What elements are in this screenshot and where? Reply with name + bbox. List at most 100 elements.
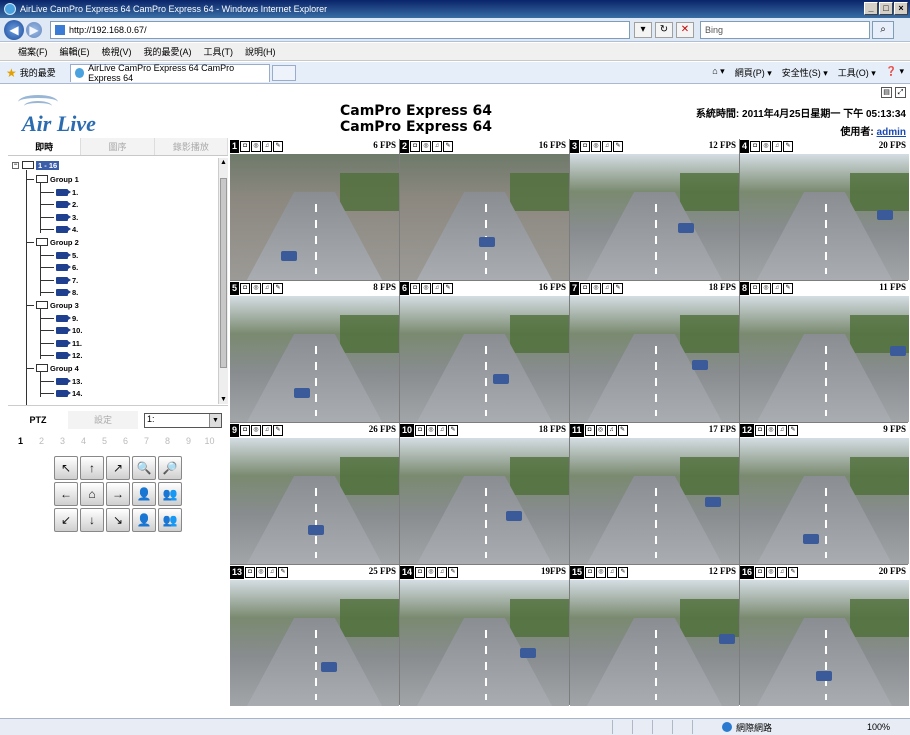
search-icon[interactable]: ⌕ (872, 20, 894, 39)
tree-camera[interactable]: 7. (40, 274, 78, 286)
user-link[interactable]: admin (877, 127, 906, 138)
menu-item-0[interactable]: 檔案(F) (18, 45, 48, 58)
camera-view[interactable]: 4 ◘ ◎ ♫ ✎ 20 FPS (740, 139, 909, 280)
ptz-icon[interactable]: ✎ (273, 283, 284, 294)
audio-icon[interactable]: ♫ (772, 141, 783, 152)
audio-icon[interactable]: ♫ (777, 567, 788, 578)
tree-group[interactable]: Group 4 (26, 362, 79, 374)
camera-view[interactable]: 5 ◘ ◎ ♫ ✎ 8 FPS (230, 281, 399, 422)
camera-view[interactable]: 15 ◘ ◎ ♫ ✎ 12 FPS (570, 565, 739, 706)
audio-icon[interactable]: ♫ (602, 283, 613, 294)
snapshot-icon[interactable]: ◘ (410, 283, 421, 294)
cmd-tools[interactable]: 工具(O) ▾ (838, 66, 876, 79)
snapshot-icon[interactable]: ◘ (415, 425, 426, 436)
snapshot-icon[interactable]: ◘ (755, 567, 766, 578)
preset-8[interactable]: 8 (157, 436, 178, 446)
tree-camera[interactable]: 14. (40, 388, 82, 400)
tree-camera[interactable]: 2. (40, 199, 78, 211)
ptz-icon[interactable]: ✎ (617, 425, 628, 436)
record-icon[interactable]: ◎ (591, 283, 602, 294)
new-tab-button[interactable] (271, 64, 296, 81)
audio-icon[interactable]: ♫ (777, 425, 788, 436)
audio-icon[interactable]: ♫ (606, 425, 617, 436)
cmd-page[interactable]: 網頁(P) ▾ (735, 66, 772, 79)
tree-group[interactable]: Group 1 (26, 173, 79, 185)
preset-2[interactable]: 2 (31, 436, 52, 446)
favorites-label[interactable]: 我的最愛 (20, 66, 56, 79)
audio-icon[interactable]: ♫ (772, 283, 783, 294)
record-icon[interactable]: ◎ (251, 283, 262, 294)
camera-view[interactable]: 11 ◘ ◎ ♫ ✎ 17 FPS (570, 423, 739, 564)
tree-camera[interactable]: 6. (40, 262, 78, 274)
audio-icon[interactable]: ♫ (262, 283, 273, 294)
tree-camera[interactable]: 3. (40, 211, 78, 223)
preset-7[interactable]: 7 (136, 436, 157, 446)
ptz-icon[interactable]: ✎ (448, 425, 459, 436)
record-icon[interactable]: ◎ (591, 141, 602, 152)
close-button[interactable]: × (894, 2, 908, 15)
minimize-button[interactable]: _ (864, 2, 878, 15)
tree-group[interactable]: Group 3 (26, 299, 79, 311)
iris-open-icon[interactable]: 👤 (132, 508, 156, 532)
zoom-in-icon[interactable]: 🔍 (132, 456, 156, 480)
record-icon[interactable]: ◎ (596, 567, 607, 578)
preset-10[interactable]: 10 (199, 436, 220, 446)
tree-camera[interactable]: 12. (40, 350, 82, 362)
tree-camera[interactable]: 5. (40, 249, 78, 261)
scroll-thumb[interactable] (220, 178, 227, 368)
audio-icon[interactable]: ♫ (437, 425, 448, 436)
camera-view[interactable]: 14 ◘ ◎ ♫ ✎ 19FPS (400, 565, 569, 706)
camera-view[interactable]: 2 ◘ ◎ ♫ ✎ 16 FPS (400, 139, 569, 280)
audio-icon[interactable]: ♫ (602, 141, 613, 152)
camera-view[interactable]: 7 ◘ ◎ ♫ ✎ 18 FPS (570, 281, 739, 422)
tree-group[interactable]: Group 2 (26, 236, 79, 248)
tab-ptz[interactable]: PTZ (8, 415, 68, 425)
back-button[interactable]: ◀ (4, 19, 24, 40)
menu-item-2[interactable]: 檢視(V) (102, 45, 132, 58)
ptz-icon[interactable]: ✎ (273, 141, 284, 152)
menu-item-5[interactable]: 說明(H) (245, 45, 276, 58)
snapshot-icon[interactable]: ◘ (750, 141, 761, 152)
tree-scrollbar[interactable]: ▲ ▼ (218, 158, 228, 404)
ptz-icon[interactable]: ✎ (613, 283, 624, 294)
preset-9[interactable]: 9 (178, 436, 199, 446)
tree-camera[interactable]: 1. (40, 186, 78, 198)
tab-live[interactable]: 即時 (8, 138, 82, 155)
pan-right-icon[interactable]: → (106, 482, 130, 506)
pan-down-right-icon[interactable]: ↘ (106, 508, 130, 532)
audio-icon[interactable]: ♫ (432, 283, 443, 294)
tab-ptz-settings[interactable]: 設定 (68, 411, 138, 429)
pan-up-left-icon[interactable]: ↖ (54, 456, 78, 480)
url-field[interactable]: http://192.168.0.67/ (50, 20, 630, 39)
ptz-icon[interactable]: ✎ (448, 567, 459, 578)
ptz-icon[interactable]: ✎ (788, 425, 799, 436)
favorites-star-icon[interactable]: ★ (6, 66, 17, 80)
record-icon[interactable]: ◎ (251, 425, 262, 436)
audio-icon[interactable]: ♫ (262, 425, 273, 436)
preset-5[interactable]: 5 (94, 436, 115, 446)
focus-far-icon[interactable]: 👥 (158, 482, 182, 506)
snapshot-icon[interactable]: ◘ (240, 425, 251, 436)
camera-view[interactable]: 16 ◘ ◎ ♫ ✎ 20 FPS (740, 565, 909, 706)
dropdown-icon[interactable]: ▾ (634, 21, 652, 38)
menu-item-1[interactable]: 編輯(E) (60, 45, 90, 58)
record-icon[interactable]: ◎ (426, 567, 437, 578)
camera-view[interactable]: 10 ◘ ◎ ♫ ✎ 18 FPS (400, 423, 569, 564)
audio-icon[interactable]: ♫ (262, 141, 273, 152)
tree-camera[interactable]: 11. (40, 337, 82, 349)
search-input[interactable]: Bing (700, 20, 870, 39)
ptz-icon[interactable]: ✎ (618, 567, 629, 578)
snapshot-icon[interactable]: ◘ (755, 425, 766, 436)
preset-3[interactable]: 3 (52, 436, 73, 446)
camera-view[interactable]: 9 ◘ ◎ ♫ ✎ 26 FPS (230, 423, 399, 564)
record-icon[interactable]: ◎ (766, 425, 777, 436)
save-layout-icon[interactable]: ▤ (881, 87, 892, 98)
camera-view[interactable]: 13 ◘ ◎ ♫ ✎ 25 FPS (230, 565, 399, 706)
snapshot-icon[interactable]: ◘ (410, 141, 421, 152)
zoom-out-icon[interactable]: 🔎 (158, 456, 182, 480)
tree-root[interactable]: − 1 - 16 (12, 159, 60, 171)
snapshot-icon[interactable]: ◘ (585, 567, 596, 578)
scroll-down-icon[interactable]: ▼ (219, 395, 228, 404)
audio-icon[interactable]: ♫ (437, 567, 448, 578)
tab-sequence[interactable]: 圖序 (81, 138, 155, 155)
